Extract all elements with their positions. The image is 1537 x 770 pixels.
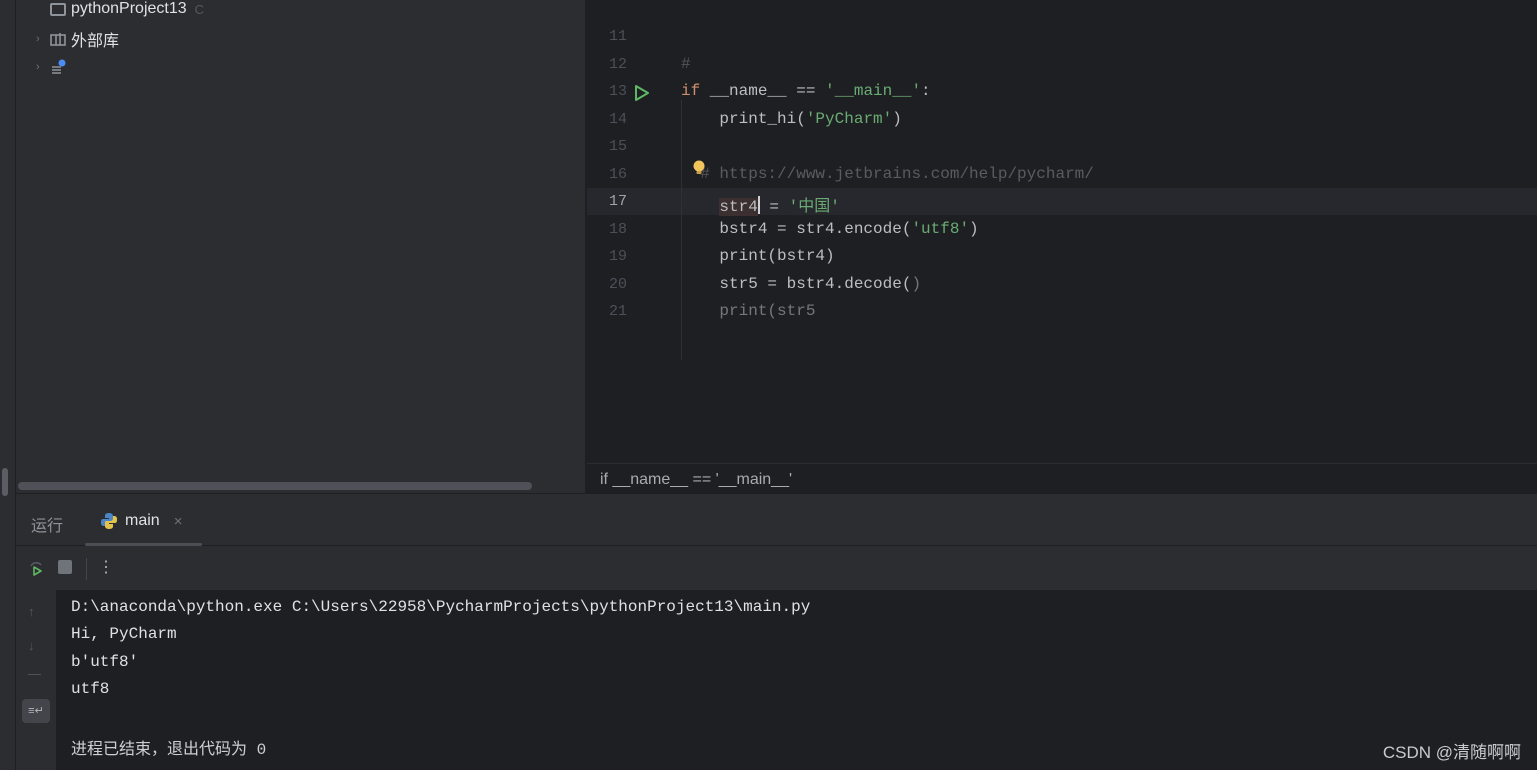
line-number: 11 (608, 28, 627, 45)
chevron-right-icon[interactable]: › (36, 33, 50, 45)
clear-icon[interactable]: — (28, 666, 41, 681)
code-token: '__main__' (825, 82, 922, 100)
code-token: ) (969, 219, 979, 238)
scroll-up-icon[interactable]: ↑ (28, 604, 35, 619)
tree-item-project-root[interactable]: pythonProject13 C (36, 0, 204, 20)
tab-run[interactable]: 运行 (31, 512, 63, 536)
code-line[interactable]: # (681, 55, 691, 73)
run-tool-window: 运行 main × ⋮ ↑ ↓ — ≡↵ D:\anaconda\python.… (16, 493, 1537, 770)
code-line[interactable]: str5 = bstr4.decode() (681, 275, 921, 293)
breadcrumb-bar: if __name__ == '__main__' (587, 463, 1537, 493)
code-token: # (681, 54, 691, 73)
code-token: = (759, 198, 789, 216)
toolbar-divider (86, 558, 87, 580)
code-token: print(str5 (681, 302, 816, 320)
scratches-icon (50, 59, 66, 75)
console-line: utf8 (71, 680, 110, 698)
project-panel: pythonProject13 C › 外部库 › (16, 0, 586, 493)
line-number: 17 (608, 193, 627, 210)
left-tool-strip (0, 0, 16, 770)
breadcrumb[interactable]: if __name__ == '__main__' (600, 471, 792, 489)
console-line: b'utf8' (71, 653, 139, 671)
line-number: 20 (608, 275, 627, 293)
code-token: 'utf8' (911, 219, 970, 238)
code-token: ) (892, 109, 902, 128)
code-token: __name__ == (700, 82, 826, 100)
tree-item-label: pythonProject13 (71, 0, 187, 17)
console-line-exit-code: 进程已结束，退出代码为 0 (71, 741, 267, 759)
code-token: ) (911, 274, 922, 293)
rerun-icon[interactable] (28, 560, 44, 576)
code-line[interactable]: print(str5 (681, 302, 815, 320)
code-token: 'PyCharm' (805, 109, 893, 128)
code-line[interactable]: print(bstr4) (681, 247, 835, 265)
line-number: 21 (608, 303, 627, 320)
tree-item-external-libraries[interactable]: › 外部库 (36, 28, 119, 50)
code-token: bstr4 = str4.encode( (681, 219, 912, 238)
code-token: str5 = bstr4.decode( (681, 274, 912, 293)
console-line: D:\anaconda\python.exe C:\Users\22958\Py… (71, 598, 811, 616)
code-line[interactable]: bstr4 = str4.encode('utf8') (681, 219, 979, 238)
run-gutter-icon[interactable] (634, 84, 650, 102)
lightbulb-icon[interactable] (692, 160, 706, 176)
code-token: https://www.jetbrains.com/help/pycharm/ (719, 164, 1094, 183)
console-output[interactable]: D:\anaconda\python.exe C:\Users\22958\Py… (56, 590, 1537, 770)
line-number: 18 (608, 220, 627, 238)
code-token: if (681, 82, 701, 100)
tab-main[interactable]: main × (100, 508, 182, 534)
code-line[interactable]: print_hi('PyCharm') (681, 109, 902, 128)
line-number: 16 (608, 165, 627, 183)
tree-item-label: 外部库 (71, 33, 120, 50)
code-line[interactable]: # https://www.jetbrains.com/help/pycharm… (681, 165, 1094, 183)
line-number: 14 (608, 110, 627, 128)
console-side-toolbar: ↑ ↓ — ≡↵ (16, 590, 56, 770)
more-options-icon[interactable]: ⋮ (98, 557, 114, 577)
stop-icon[interactable] (58, 560, 72, 574)
chevron-right-icon[interactable]: › (36, 61, 50, 73)
code-editor[interactable]: 11 12 13 14 15 16 17 18 19 20 21 # if __name__ == '… (587, 0, 1537, 463)
horizontal-scrollbar[interactable] (18, 482, 532, 490)
folder-icon (50, 2, 66, 16)
code-token: : (921, 82, 931, 100)
tree-item-path-hint: C (194, 1, 205, 17)
scroll-down-icon[interactable]: ↓ (28, 638, 35, 653)
line-number: 12 (608, 55, 627, 73)
python-icon (100, 512, 118, 530)
project-tool-button[interactable] (2, 468, 8, 496)
code-token: '中国' (788, 198, 840, 216)
tab-main-label: main (125, 512, 160, 529)
line-number: 19 (608, 248, 627, 265)
run-toolbar: ⋮ (16, 546, 1537, 590)
library-icon (50, 32, 66, 46)
close-icon[interactable]: × (174, 513, 183, 530)
code-token: print(bstr4) (681, 247, 835, 265)
console-line: Hi, PyCharm (71, 625, 177, 643)
code-token: str4 (719, 198, 758, 216)
code-token: print_hi( (681, 109, 806, 128)
code-line[interactable]: if __name__ == '__main__': (681, 82, 931, 100)
csdn-watermark: CSDN @清随啊啊 (1382, 743, 1521, 762)
code-line[interactable]: str4 = '中国' (681, 192, 840, 216)
line-number: 13 (608, 83, 627, 100)
line-number: 15 (608, 138, 627, 155)
tree-item-scratches[interactable]: › (36, 56, 71, 78)
run-tabs-row: 运行 main × (16, 494, 1537, 546)
soft-wrap-icon[interactable]: ≡↵ (22, 699, 50, 723)
